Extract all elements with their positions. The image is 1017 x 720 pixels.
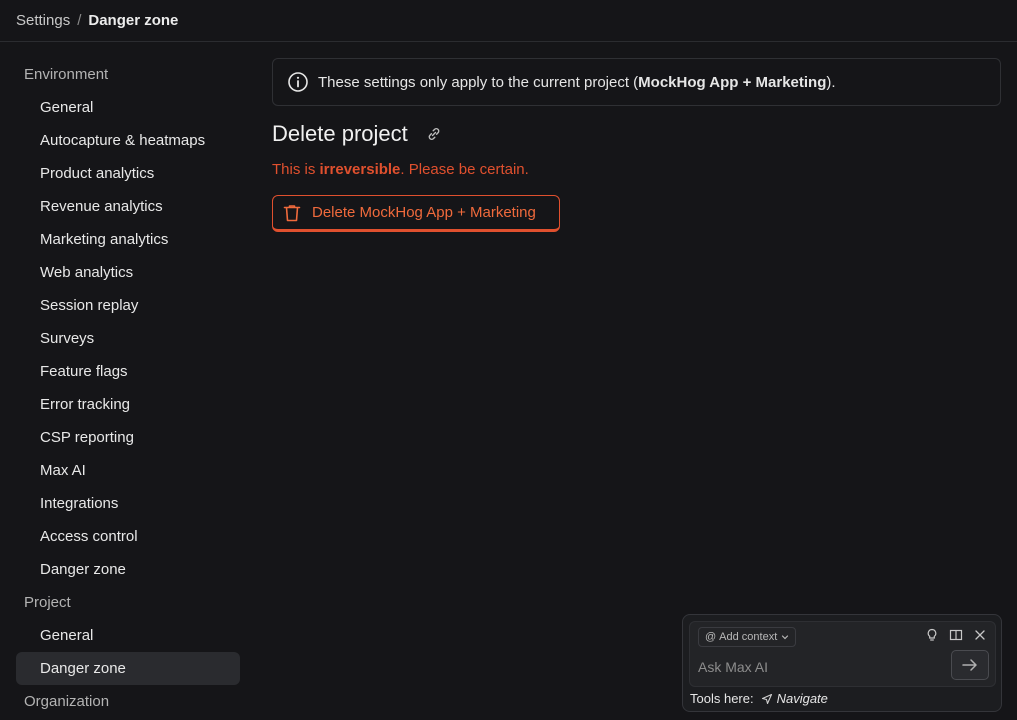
top-bar: Settings / Danger zone bbox=[0, 0, 1017, 42]
tools-row: Tools here: Navigate bbox=[690, 691, 828, 706]
sidebar-item-autocapture[interactable]: Autocapture & heatmaps bbox=[16, 124, 240, 157]
trash-icon bbox=[282, 203, 302, 223]
sidebar-item-revenue-analytics[interactable]: Revenue analytics bbox=[16, 190, 240, 223]
sidebar-item-max-ai[interactable]: Max AI bbox=[16, 454, 240, 487]
warning-suffix: . Please be certain. bbox=[400, 161, 529, 178]
sidebar-item-web-analytics[interactable]: Web analytics bbox=[16, 256, 240, 289]
breadcrumb-current: Danger zone bbox=[88, 12, 179, 29]
sidebar-section-organization: Organization bbox=[24, 693, 110, 710]
main-content: These settings only apply to the current… bbox=[272, 58, 1001, 232]
sidebar-item-surveys[interactable]: Surveys bbox=[16, 322, 240, 355]
sidebar-item-access-control[interactable]: Access control bbox=[16, 520, 240, 553]
breadcrumb-settings[interactable]: Settings bbox=[16, 12, 70, 29]
info-icon bbox=[287, 71, 309, 93]
navigate-tool-label: Navigate bbox=[776, 691, 828, 706]
sidebar-item-project-danger-zone[interactable]: Danger zone bbox=[16, 652, 240, 685]
warning-prefix: This is bbox=[272, 161, 320, 178]
chevron-down-icon bbox=[781, 633, 789, 641]
warning-strong: irreversible bbox=[319, 161, 401, 178]
settings-sidebar: Environment General Autocapture & heatma… bbox=[16, 58, 240, 718]
banner-text-prefix: These settings only apply to the current… bbox=[318, 73, 639, 91]
sidebar-item-integrations[interactable]: Integrations bbox=[16, 487, 240, 520]
chat-input-area: @ Add context bbox=[689, 621, 996, 687]
sidebar-item-marketing-analytics[interactable]: Marketing analytics bbox=[16, 223, 240, 256]
sidebar-item-csp-reporting[interactable]: CSP reporting bbox=[16, 421, 240, 454]
breadcrumb-separator: / bbox=[77, 12, 82, 29]
sidebar-item-product-analytics[interactable]: Product analytics bbox=[16, 157, 240, 190]
add-context-button[interactable]: @ Add context bbox=[698, 627, 797, 647]
banner-project-name: MockHog App + Marketing bbox=[638, 73, 827, 91]
link-icon[interactable] bbox=[426, 126, 442, 142]
delete-project-button[interactable]: Delete MockHog App + Marketing bbox=[272, 195, 560, 232]
sidebar-section-project: Project bbox=[24, 594, 71, 611]
ask-max-ai-input[interactable] bbox=[698, 656, 938, 678]
sidebar-item-env-danger-zone[interactable]: Danger zone bbox=[16, 553, 240, 586]
sidebar-section-environment: Environment bbox=[24, 66, 109, 83]
send-button[interactable] bbox=[951, 650, 989, 680]
irreversible-warning: This is irreversible. Please be certain. bbox=[272, 160, 1001, 180]
project-scope-banner: These settings only apply to the current… bbox=[272, 58, 1001, 106]
lightbulb-icon[interactable] bbox=[925, 628, 939, 642]
sidebar-item-project-general[interactable]: General bbox=[16, 619, 240, 652]
compass-icon bbox=[761, 693, 773, 705]
sidebar-item-env-general[interactable]: General bbox=[16, 91, 240, 124]
at-icon: @ bbox=[705, 631, 717, 643]
banner-text-suffix: ). bbox=[826, 73, 836, 91]
page-title: Delete project bbox=[272, 121, 408, 146]
add-context-label: Add context bbox=[719, 631, 778, 643]
delete-button-label: Delete MockHog App + Marketing bbox=[312, 204, 536, 221]
close-icon[interactable] bbox=[973, 628, 987, 642]
open-panel-icon[interactable] bbox=[949, 628, 963, 642]
sidebar-item-session-replay[interactable]: Session replay bbox=[16, 289, 240, 322]
navigate-tool[interactable]: Navigate bbox=[761, 691, 828, 706]
max-ai-chat-panel: @ Add context Tools here: bbox=[682, 614, 1002, 712]
sidebar-item-feature-flags[interactable]: Feature flags bbox=[16, 355, 240, 388]
sidebar-item-error-tracking[interactable]: Error tracking bbox=[16, 388, 240, 421]
tools-label: Tools here: bbox=[690, 691, 754, 706]
arrow-right-icon bbox=[962, 659, 977, 671]
